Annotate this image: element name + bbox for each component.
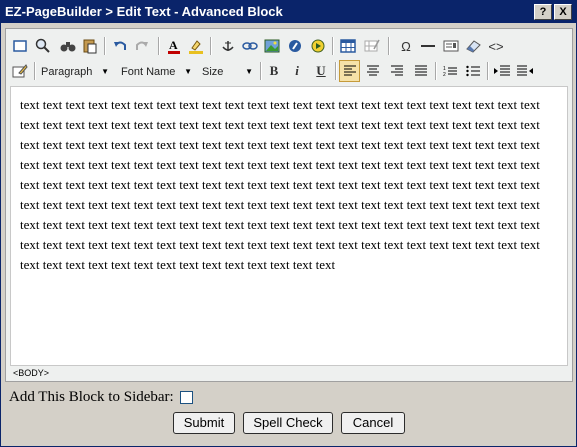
preview-magnifier-icon[interactable]	[33, 36, 53, 56]
add-to-sidebar-row: Add This Block to Sidebar:	[9, 387, 193, 407]
dropdown-arrow-icon: ▼	[184, 67, 192, 76]
underline-button[interactable]: U	[311, 61, 331, 81]
help-button[interactable]: ?	[534, 4, 552, 20]
align-justify-icon[interactable]	[411, 61, 431, 81]
spell-check-button[interactable]: Spell Check	[243, 412, 333, 434]
bold-button[interactable]: B	[264, 61, 284, 81]
text-color-icon[interactable]: A	[164, 36, 184, 56]
submit-button[interactable]: Submit	[173, 412, 235, 434]
anchor-icon[interactable]	[218, 36, 238, 56]
media-player-icon[interactable]	[308, 36, 328, 56]
flash-media-icon[interactable]	[285, 36, 305, 56]
find-binoculars-icon[interactable]	[58, 36, 78, 56]
font-size-select[interactable]: Size ▼	[198, 62, 256, 80]
close-button[interactable]: X	[554, 4, 572, 20]
font-name-select[interactable]: Font Name ▼	[117, 62, 195, 80]
edit-style-icon[interactable]	[10, 61, 30, 81]
cancel-button[interactable]: Cancel	[341, 412, 405, 434]
editor-content-area[interactable]: text text text text text text text text …	[10, 86, 568, 366]
dropdown-arrow-icon: ▼	[101, 67, 109, 76]
table-icon[interactable]	[338, 36, 358, 56]
outdent-icon[interactable]	[515, 61, 535, 81]
svg-text:A: A	[169, 38, 178, 52]
eraser-clean-icon[interactable]	[463, 36, 483, 56]
undo-icon[interactable]	[110, 36, 130, 56]
rich-text-editor: A Ω <> Paragraph ▼ Font Name ▼ Size ▼ B …	[5, 28, 573, 382]
add-to-sidebar-label: Add This Block to Sidebar:	[9, 388, 174, 405]
link-icon[interactable]	[240, 36, 260, 56]
redo-icon[interactable]	[132, 36, 152, 56]
align-right-icon[interactable]	[387, 61, 407, 81]
svg-text:2: 2	[443, 72, 446, 77]
numbered-list-icon[interactable]: 12	[440, 61, 460, 81]
horizontal-rule-icon[interactable]	[418, 36, 438, 56]
font-name-value: Font Name	[121, 66, 176, 78]
form-field-icon[interactable]	[441, 36, 461, 56]
table-properties-icon[interactable]	[362, 36, 382, 56]
paste-icon[interactable]	[80, 36, 100, 56]
paragraph-format-select[interactable]: Paragraph ▼	[37, 62, 112, 80]
toolbar-row-1: A Ω <>	[6, 34, 572, 58]
align-center-icon[interactable]	[363, 61, 383, 81]
image-icon[interactable]	[262, 36, 282, 56]
dropdown-arrow-icon: ▼	[245, 67, 253, 76]
window-title: EZ-PageBuilder > Edit Text - Advanced Bl…	[5, 4, 283, 19]
highlight-color-icon[interactable]	[186, 36, 206, 56]
title-bar: EZ-PageBuilder > Edit Text - Advanced Bl…	[1, 1, 576, 23]
paragraph-format-value: Paragraph	[41, 66, 93, 78]
toolbar-row-2: Paragraph ▼ Font Name ▼ Size ▼ B i U 1 2	[6, 59, 572, 83]
html-source-icon[interactable]: <>	[486, 36, 506, 56]
special-character-icon[interactable]: Ω	[396, 36, 416, 56]
font-size-value: Size	[202, 66, 224, 78]
italic-button[interactable]: i	[287, 61, 307, 81]
new-document-icon[interactable]	[10, 36, 30, 56]
add-to-sidebar-checkbox[interactable]	[179, 390, 193, 404]
indent-icon[interactable]	[492, 61, 512, 81]
editor-window: EZ-PageBuilder > Edit Text - Advanced Bl…	[0, 0, 577, 447]
bulleted-list-icon[interactable]	[463, 61, 483, 81]
align-left-icon[interactable]	[339, 60, 360, 82]
element-path-status: <BODY>	[13, 368, 50, 378]
